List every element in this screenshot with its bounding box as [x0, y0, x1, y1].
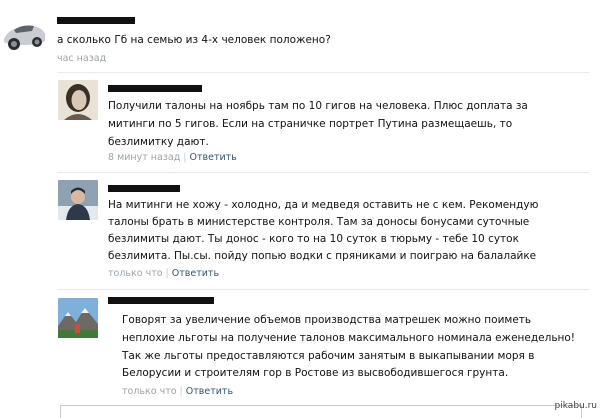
avatar-person-snow[interactable] — [58, 180, 98, 220]
comment-text-line: На митинги не хожу - холодно, да и медве… — [108, 199, 539, 211]
comment-text-line: Получили талоны на ноябрь там по 10 гиго… — [108, 100, 528, 112]
author-name-redacted[interactable] — [108, 297, 214, 304]
comment-text-line: талоны брать в министерстве контроля. Та… — [108, 216, 530, 228]
comment-timestamp: только что — [122, 386, 177, 397]
avatar-car[interactable] — [2, 14, 46, 54]
avatar-woman-portrait[interactable] — [58, 80, 98, 120]
post-timestamp: час назад — [57, 53, 107, 64]
author-name-redacted[interactable] — [57, 17, 135, 24]
comment-meta: 8 минут назад | Ответить — [108, 152, 237, 163]
divider — [57, 289, 589, 290]
reply-link[interactable]: Ответить — [186, 386, 233, 397]
meta-separator: | — [179, 386, 183, 397]
divider — [57, 172, 589, 173]
reply-link[interactable]: Ответить — [189, 152, 236, 163]
comment-timestamp: 8 минут назад — [108, 152, 181, 163]
comment-timestamp: только что — [108, 268, 163, 279]
meta-separator: | — [183, 152, 187, 163]
comment-meta: только что | Ответить — [108, 268, 219, 279]
comment-text-line: безлимита. Пы.сы. пойду попью водки с пр… — [108, 250, 537, 262]
comment-text-line: Так же льготы предоставляются рабочим за… — [122, 350, 535, 362]
comment-text-line: неплохие льготы на получение талонов мак… — [122, 332, 576, 344]
reply-input-box[interactable] — [60, 405, 582, 418]
author-name-redacted[interactable] — [108, 185, 180, 192]
comment-text-line: безлимитку дают. — [108, 136, 209, 148]
comment-text-line: Белорусии и строителям гор в Ростове из … — [122, 367, 509, 379]
post-text: а сколько Гб на семью из 4-х человек пол… — [57, 34, 331, 46]
meta-separator: | — [165, 268, 169, 279]
watermark-text: pikabu.ru — [554, 401, 597, 411]
reply-link[interactable]: Ответить — [172, 268, 219, 279]
divider — [57, 72, 589, 73]
comment-meta: только что | Ответить — [122, 386, 233, 397]
comment-text-line: митинги по 5 гигов. Если на страничке по… — [108, 118, 513, 130]
avatar-mountain-landscape[interactable] — [58, 298, 98, 338]
comment-text-line: Говорят за увеличение объемов производст… — [122, 314, 532, 326]
author-name-redacted[interactable] — [108, 85, 202, 92]
comment-text-line: безлимиты дают. Ты донос - кого то на 10… — [108, 233, 519, 245]
